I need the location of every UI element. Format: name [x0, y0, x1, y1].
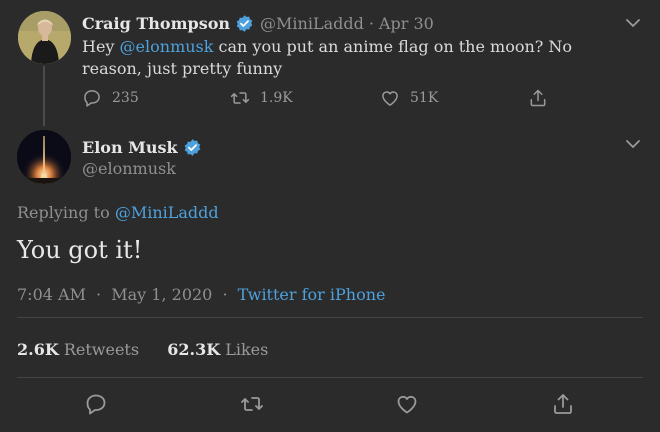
separator: ·	[222, 285, 228, 304]
retweets-count: 2.6K	[17, 340, 59, 359]
author-name[interactable]: Craig Thompson	[82, 14, 230, 33]
thread-connector	[43, 66, 45, 126]
tweet-thread: Craig Thompson @MiniLaddd · Apr 30 Hey @…	[0, 0, 660, 432]
likes-count: 62.3K	[167, 340, 221, 359]
avatar-photo	[17, 130, 71, 184]
separator: ·	[96, 285, 102, 304]
tweet-source-link[interactable]: Twitter for iPhone	[238, 285, 386, 304]
like-count: 51K	[410, 90, 439, 106]
like-button[interactable]: 51K	[380, 88, 438, 108]
main-tweet-text: You got it!	[17, 236, 143, 264]
like-icon[interactable]	[395, 392, 419, 416]
like-icon	[382, 91, 398, 106]
likes-label: Likes	[225, 340, 269, 359]
share-icon[interactable]	[551, 392, 575, 416]
avatar[interactable]	[17, 130, 71, 184]
main-tweet-header: Elon Musk	[82, 136, 202, 158]
separator: ·	[368, 13, 374, 33]
parent-tweet-header: Craig Thompson @MiniLaddd · Apr 30	[82, 12, 434, 34]
share-icon	[530, 89, 546, 107]
avatar[interactable]	[18, 11, 71, 64]
tweet-full-date[interactable]: May 1, 2020	[111, 285, 212, 304]
reply-button[interactable]: 235	[82, 88, 139, 108]
tweet-date[interactable]: Apr 30	[379, 14, 434, 33]
verified-badge-icon	[236, 14, 253, 32]
mention-link[interactable]: @elonmusk	[120, 37, 214, 56]
main-tweet-actions	[0, 392, 660, 418]
retweet-button[interactable]: 1.9K	[230, 88, 293, 108]
reply-icon	[84, 90, 100, 107]
divider	[17, 317, 643, 318]
tweet-metadata: 7:04 AM · May 1, 2020 · Twitter for iPho…	[17, 285, 386, 304]
author-name[interactable]: Elon Musk	[82, 138, 178, 157]
tweet-time[interactable]: 7:04 AM	[17, 285, 86, 304]
reply-count: 235	[112, 90, 139, 106]
replying-to-link[interactable]: @MiniLaddd	[115, 203, 219, 222]
retweet-icon[interactable]	[240, 392, 264, 416]
avatar-photo	[18, 11, 71, 64]
parent-tweet-actions: 235 1.9K 51K	[82, 88, 562, 110]
retweets-stat[interactable]: 2.6K Retweets	[17, 340, 139, 359]
parent-tweet-text: Hey @elonmusk can you put an anime flag …	[82, 36, 627, 80]
author-handle[interactable]: @elonmusk	[82, 159, 176, 178]
tweet-text-part: Hey	[82, 37, 120, 56]
chevron-down-icon[interactable]	[625, 15, 641, 31]
divider	[17, 377, 643, 378]
replying-to: Replying to @MiniLaddd	[17, 203, 219, 222]
share-button[interactable]	[528, 88, 558, 108]
engagement-stats: 2.6K Retweets 62.3K Likes	[17, 340, 268, 359]
retweets-label: Retweets	[63, 340, 140, 359]
retweet-count: 1.9K	[260, 90, 293, 106]
likes-stat[interactable]: 62.3K Likes	[167, 340, 268, 359]
verified-badge-icon	[184, 138, 200, 156]
replying-to-label: Replying to	[17, 203, 115, 222]
reply-icon[interactable]	[84, 392, 108, 416]
chevron-down-icon[interactable]	[625, 136, 641, 152]
retweet-icon	[230, 92, 250, 104]
author-handle[interactable]: @MiniLaddd	[260, 14, 364, 33]
